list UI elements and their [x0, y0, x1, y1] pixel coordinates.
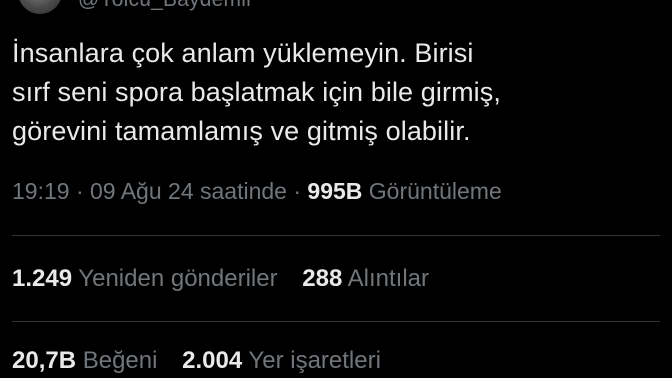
bookmarks-count: 2.004: [182, 347, 243, 374]
reposts-count: 1.249: [12, 265, 73, 292]
likes-count: 20,7B: [12, 347, 77, 374]
quotes-count: 288: [302, 265, 343, 292]
tweet-meta: 19:19 · 09 Ağu 24 saatinde · 995B Görünt…: [12, 178, 502, 205]
tweet-date[interactable]: 09 Ağu 24 saatinde: [90, 178, 287, 204]
tweet-time[interactable]: 19:19: [12, 178, 70, 204]
quotes-stat[interactable]: 288 Alıntılar: [302, 265, 429, 292]
tweet-header: @Yolcu_Baydemir: [0, 0, 672, 22]
tweet-text: İnsanlara çok anlam yüklemeyin. Birisi s…: [12, 38, 501, 146]
reposts-label: Yeniden gönderiler: [78, 265, 278, 292]
reposts-stat[interactable]: 1.249 Yeniden gönderiler: [12, 265, 278, 292]
divider: [12, 321, 660, 322]
likes-label: Beğeni: [82, 347, 158, 374]
stats-row-reposts-quotes: 1.249 Yeniden gönderiler 288 Alıntılar: [12, 265, 447, 293]
avatar[interactable]: [18, 0, 62, 14]
divider: [12, 235, 660, 236]
bookmarks-stat[interactable]: 2.004 Yer işaretleri: [182, 347, 381, 374]
likes-stat[interactable]: 20,7B Beğeni: [12, 347, 157, 374]
quotes-label: Alıntılar: [347, 265, 430, 292]
author-handle[interactable]: @Yolcu_Baydemir: [78, 0, 253, 12]
bookmarks-label: Yer işaretleri: [248, 347, 381, 374]
meta-separator: ·: [286, 178, 308, 204]
stats-row-likes-bookmarks: 20,7B Beğeni 2.004 Yer işaretleri: [12, 347, 399, 375]
meta-separator: ·: [69, 178, 91, 204]
views-label: Görüntüleme: [368, 178, 502, 204]
views-count: 995B: [307, 178, 363, 204]
